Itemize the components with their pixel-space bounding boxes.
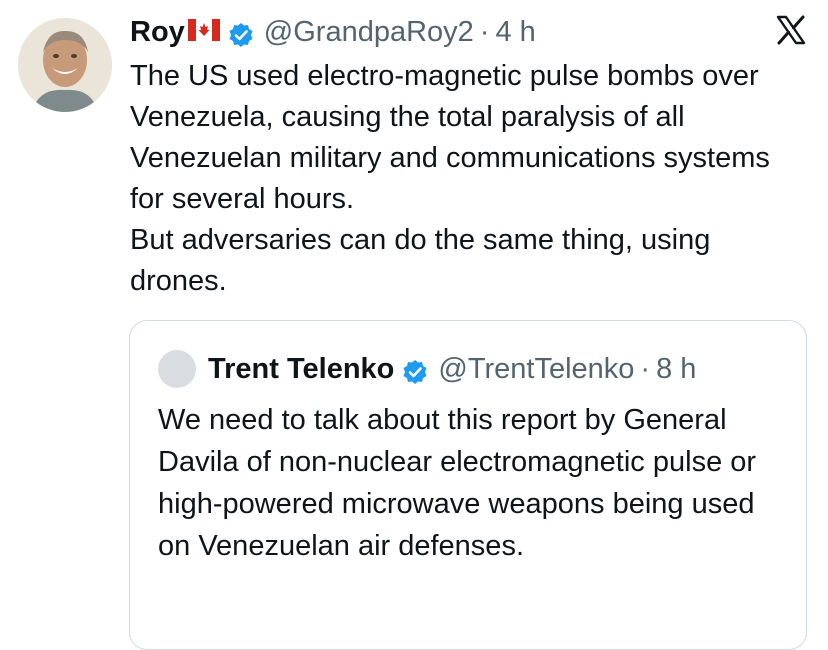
tweet[interactable]: Roy @GrandpaRoy2 · 4 h The US used elect… <box>0 0 828 650</box>
quoted-author-avatar[interactable] <box>158 350 196 388</box>
avatar-portrait-icon <box>18 18 112 112</box>
quoted-author-name[interactable]: Trent Telenko <box>208 349 394 389</box>
author-avatar[interactable] <box>18 18 112 112</box>
tweet-header: Roy @GrandpaRoy2 · 4 h <box>130 12 536 52</box>
quoted-author-handle[interactable]: @TrentTelenko <box>438 349 634 389</box>
quoted-tweet-header: Trent Telenko @TrentTelenko · 8 h <box>158 349 696 389</box>
quoted-tweet-timestamp[interactable]: 8 h <box>656 349 696 389</box>
tweet-text-paragraph: But adversaries can do the same thing, u… <box>130 224 711 297</box>
verified-badge-icon <box>402 356 428 384</box>
header-separator: · <box>479 16 490 48</box>
quoted-tweet[interactable]: Trent Telenko @TrentTelenko · 8 h We nee… <box>129 320 807 650</box>
verified-badge-icon <box>228 19 254 47</box>
author-name[interactable]: Roy <box>130 12 185 52</box>
tweet-text: The US used electro-magnetic pulse bombs… <box>130 56 810 302</box>
quoted-tweet-text: We need to talk about this report by Gen… <box>158 404 757 562</box>
quoted-header-separator: · <box>640 353 651 385</box>
tweet-text-paragraph: The US used electro-magnetic pulse bombs… <box>130 60 770 215</box>
canada-flag-icon <box>187 12 220 52</box>
author-handle[interactable]: @GrandpaRoy2 <box>264 12 474 52</box>
tweet-timestamp[interactable]: 4 h <box>495 12 535 52</box>
x-logo-icon[interactable] <box>775 14 807 46</box>
